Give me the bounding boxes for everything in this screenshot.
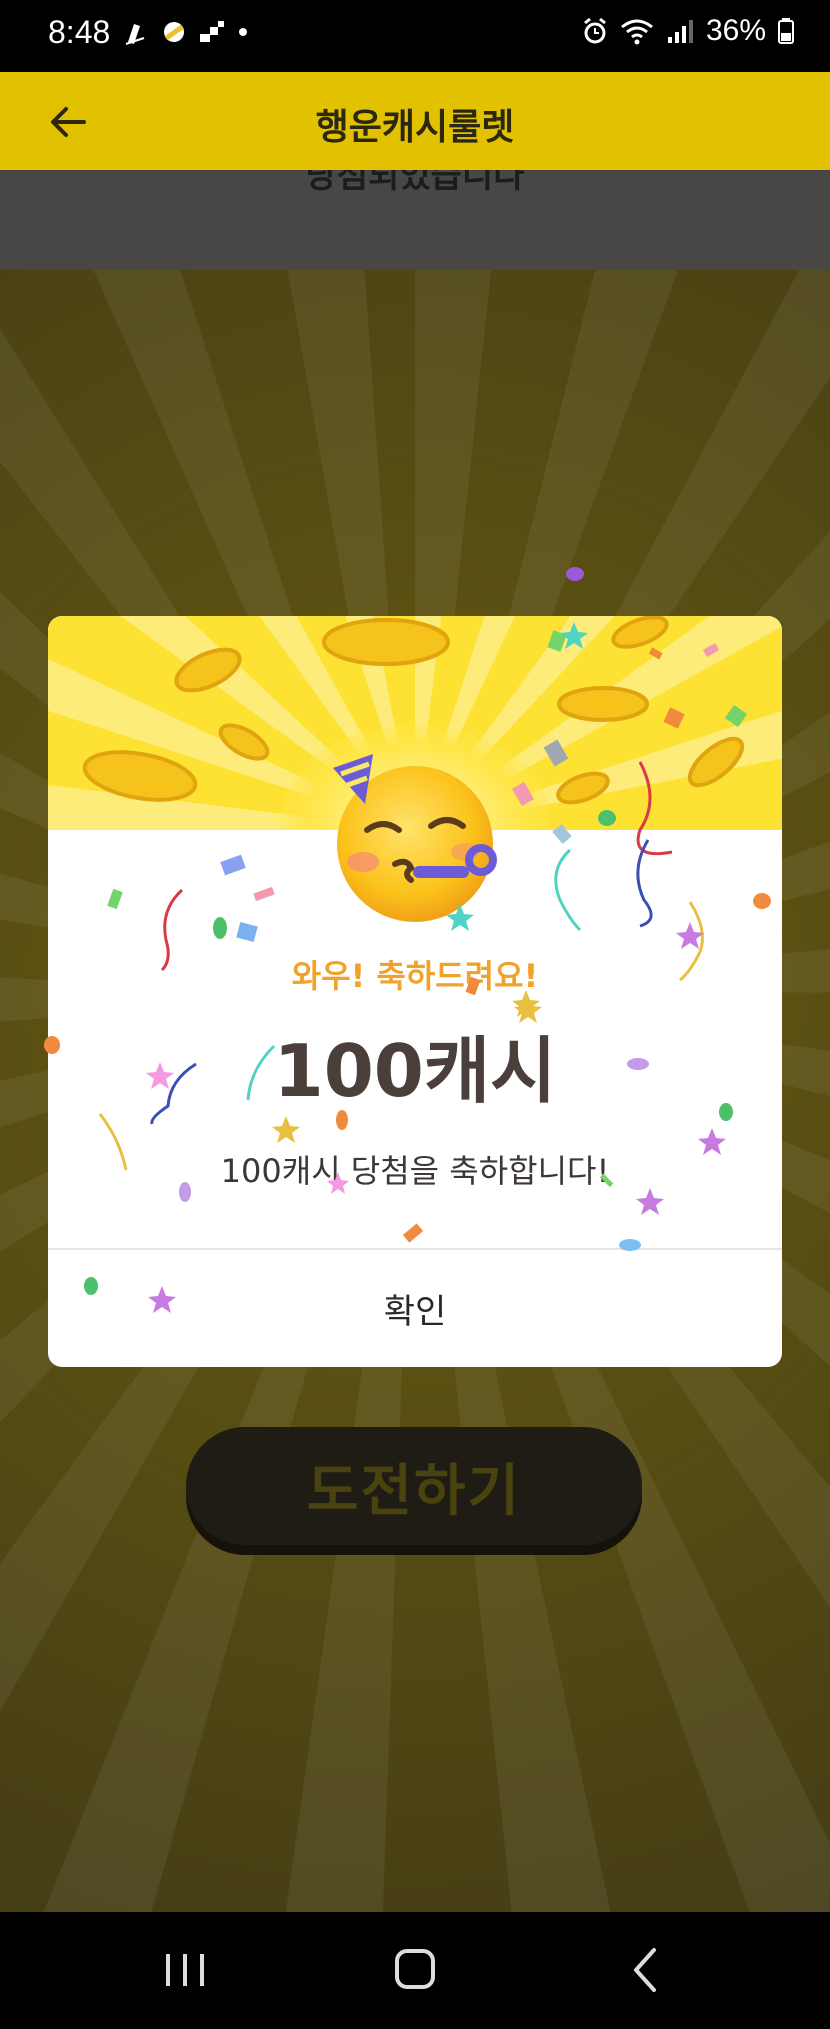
congrats-text: 와우! 축하드려요! [291, 957, 539, 995]
challenge-button[interactable]: 도전하기 [186, 1427, 642, 1545]
pill-icon [164, 22, 184, 42]
confirm-button[interactable]: 확인 [48, 1250, 782, 1367]
signal-icon [667, 20, 693, 43]
dot-icon [239, 28, 247, 36]
home-icon[interactable] [380, 1940, 450, 2000]
stairs-icon [200, 21, 224, 42]
battery-icon [778, 18, 794, 44]
reward-amount: 100캐시 [273, 1029, 557, 1113]
fountain-pen-icon [125, 24, 145, 45]
page-title: 행운캐시룰렛 [315, 107, 515, 148]
reward-description: 100캐시 당첨을 축하합니다! [220, 1152, 610, 1190]
status-bar: 8:48 36% [0, 0, 830, 72]
partying-face-icon [333, 754, 497, 922]
system-nav-bar [0, 1912, 830, 2029]
battery-percent: 36% [705, 14, 766, 47]
status-time: 8:48 [48, 14, 111, 50]
status-right: 36% [582, 14, 794, 48]
back-icon[interactable] [612, 1940, 682, 2000]
result-banner: 당첨되었습니다 [0, 170, 830, 270]
reward-dialog: 와우! 축하드려요! 100캐시 100캐시 당첨을 축하합니다! 확인 [48, 616, 782, 1367]
banner-text: 당첨되었습니다 [305, 170, 525, 196]
wifi-icon [621, 19, 653, 45]
notification-icons [122, 18, 250, 46]
app-bar: 행운캐시룰렛 [0, 72, 830, 170]
challenge-button-label: 도전하기 [306, 1458, 522, 1524]
alarm-icon [584, 17, 606, 44]
recent-apps-icon[interactable] [150, 1940, 220, 2000]
